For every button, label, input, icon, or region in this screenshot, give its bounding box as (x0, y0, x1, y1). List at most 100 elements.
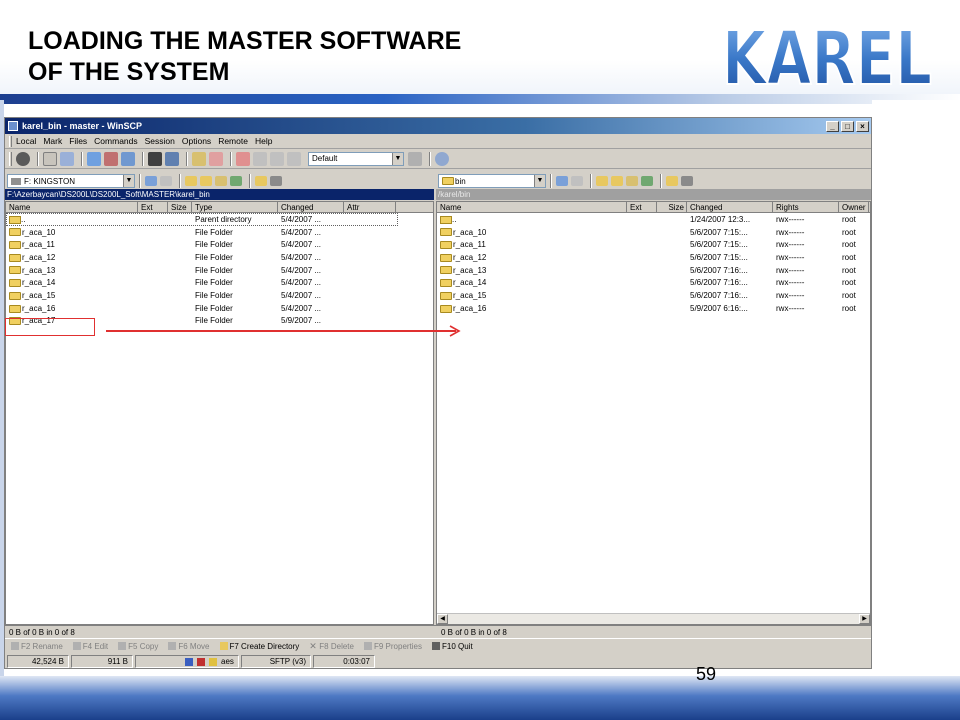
parent-directory-icon[interactable] (185, 176, 197, 186)
col-attr[interactable]: Attr (344, 202, 396, 212)
menu-remote[interactable]: Remote (218, 136, 248, 146)
help-icon[interactable] (435, 151, 449, 166)
menu-commands[interactable]: Commands (94, 136, 137, 146)
col-name[interactable]: Name (437, 202, 627, 212)
edit-button[interactable]: F4 Edit (72, 642, 108, 651)
chevron-down-icon[interactable]: ▼ (534, 175, 545, 187)
table-row[interactable]: r_aca_13 File Folder 5/4/2007 ... (6, 264, 433, 277)
refresh-icon[interactable] (641, 176, 653, 186)
table-row[interactable]: r_aca_12 File Folder 5/4/2007 ... (6, 251, 433, 264)
remote-file-list: Name Ext Size Changed Rights Owner .. 1/… (436, 201, 871, 625)
close-button[interactable]: × (856, 120, 869, 132)
properties-button[interactable]: F9 Properties (363, 642, 422, 651)
table-row[interactable]: r_aca_12 5/6/2007 7:15:... rwx------ roo… (437, 251, 870, 264)
status-bar: 42,524 B 911 B aes SFTP (v3) 0:03:07 (5, 655, 871, 668)
home-directory-icon[interactable] (215, 176, 227, 186)
menu-mark[interactable]: Mark (43, 136, 62, 146)
fkey-label: F10 Quit (442, 641, 473, 651)
transfer-settings-combo[interactable]: Default ▼ (308, 151, 404, 166)
forward-icon[interactable] (571, 176, 583, 186)
remote-folder-combo[interactable]: bin ▼ (438, 174, 546, 188)
table-row[interactable]: r_aca_11 File Folder 5/4/2007 ... (6, 238, 433, 251)
bookmarks-icon[interactable] (270, 176, 282, 186)
move-button[interactable]: F6 Move (168, 642, 210, 651)
col-name[interactable]: Name (6, 202, 138, 212)
folder-icon (9, 241, 21, 250)
menu-local[interactable]: Local (16, 136, 36, 146)
root-directory-icon[interactable] (200, 176, 212, 186)
open-folder-icon[interactable] (666, 176, 678, 186)
invert-icon[interactable] (287, 151, 301, 166)
delete-button[interactable]: ✕ F8 Delete (309, 642, 354, 651)
row-changed: 5/4/2007 ... (281, 252, 322, 262)
table-row[interactable]: r_aca_16 File Folder 5/4/2007 ... (6, 302, 433, 315)
refresh-icon[interactable] (121, 151, 135, 166)
scroll-left-icon[interactable]: ◀ (437, 614, 448, 624)
col-changed[interactable]: Changed (278, 202, 344, 212)
window-titlebar[interactable]: karel_bin - master - WinSCP _ □ × (5, 118, 871, 134)
chevron-down-icon[interactable]: ▼ (392, 152, 403, 165)
root-directory-icon[interactable] (611, 176, 623, 186)
console-icon[interactable] (148, 151, 162, 166)
settings-icon[interactable] (408, 151, 422, 166)
col-size[interactable]: Size (168, 202, 192, 212)
putty-icon[interactable] (165, 151, 179, 166)
col-changed[interactable]: Changed (687, 202, 773, 212)
chevron-down-icon[interactable]: ▼ (123, 175, 134, 187)
quit-button[interactable]: F10 Quit (432, 642, 473, 651)
folder-icon (440, 241, 452, 250)
slide-title: LOADING THE MASTER SOFTWARE OF THE SYSTE… (28, 27, 462, 86)
winscp-window: karel_bin - master - WinSCP _ □ × Local … (4, 117, 872, 669)
table-row[interactable]: r_aca_14 File Folder 5/4/2007 ... (6, 276, 433, 289)
compare-icon[interactable] (43, 151, 57, 166)
table-row[interactable]: r_aca_10 5/6/2007 7:15:... rwx------ roo… (437, 226, 870, 239)
sessions-icon[interactable] (192, 151, 206, 166)
table-row[interactable]: r_aca_11 5/6/2007 7:15:... rwx------ roo… (437, 238, 870, 251)
col-rights[interactable]: Rights (773, 202, 839, 212)
minimize-button[interactable]: _ (826, 120, 839, 132)
unselect-icon[interactable] (270, 151, 284, 166)
bookmarks-icon[interactable] (681, 176, 693, 186)
col-type[interactable]: Type (192, 202, 278, 212)
forward-icon[interactable] (160, 176, 172, 186)
table-row[interactable]: r_aca_16 5/9/2007 6:16:... rwx------ roo… (437, 302, 870, 315)
copy-button[interactable]: F5 Copy (118, 642, 158, 651)
menu-files[interactable]: Files (69, 136, 87, 146)
scroll-right-icon[interactable]: ▶ (859, 614, 870, 624)
open-folder-icon[interactable] (255, 176, 267, 186)
col-ext[interactable]: Ext (627, 202, 657, 212)
preferences-icon[interactable] (16, 151, 30, 166)
menu-session[interactable]: Session (145, 136, 175, 146)
horizontal-scrollbar[interactable]: ◀ ▶ (437, 613, 870, 624)
mask-icon[interactable] (236, 151, 250, 166)
table-row[interactable]: .. Parent directory 5/4/2007 ... (6, 213, 398, 226)
maximize-button[interactable]: □ (841, 120, 854, 132)
table-row[interactable]: r_aca_13 5/6/2007 7:16:... rwx------ roo… (437, 264, 870, 277)
back-icon[interactable] (556, 176, 568, 186)
local-drive-combo[interactable]: F: KINGSTON ▼ (7, 174, 135, 188)
menu-options[interactable]: Options (182, 136, 211, 146)
col-owner[interactable]: Owner (839, 202, 869, 212)
synchronize-icon[interactable] (60, 151, 74, 166)
table-row[interactable]: r_aca_10 File Folder 5/4/2007 ... (6, 226, 433, 239)
queue-icon[interactable] (87, 151, 101, 166)
table-row[interactable]: r_aca_15 File Folder 5/4/2007 ... (6, 289, 433, 302)
transfer-icon[interactable] (104, 151, 118, 166)
home-directory-icon[interactable] (626, 176, 638, 186)
row-changed: 1/24/2007 12:3... (690, 214, 751, 224)
col-size[interactable]: Size (657, 202, 687, 212)
table-row[interactable]: r_aca_14 5/6/2007 7:16:... rwx------ roo… (437, 276, 870, 289)
back-icon[interactable] (145, 176, 157, 186)
create-directory-button[interactable]: F7 Create Directory (219, 642, 299, 651)
table-row[interactable]: r_aca_15 5/6/2007 7:16:... rwx------ roo… (437, 289, 870, 302)
refresh-icon[interactable] (230, 176, 242, 186)
remote-list-header: Name Ext Size Changed Rights Owner (437, 202, 870, 213)
table-row[interactable]: .. 1/24/2007 12:3... rwx------ root (437, 213, 870, 226)
row-rights: rwx------ (776, 252, 805, 262)
select-icon[interactable] (253, 151, 267, 166)
new-session-icon[interactable] (209, 151, 223, 166)
col-ext[interactable]: Ext (138, 202, 168, 212)
parent-directory-icon[interactable] (596, 176, 608, 186)
menu-help[interactable]: Help (255, 136, 272, 146)
rename-button[interactable]: F2 Rename (11, 642, 63, 651)
